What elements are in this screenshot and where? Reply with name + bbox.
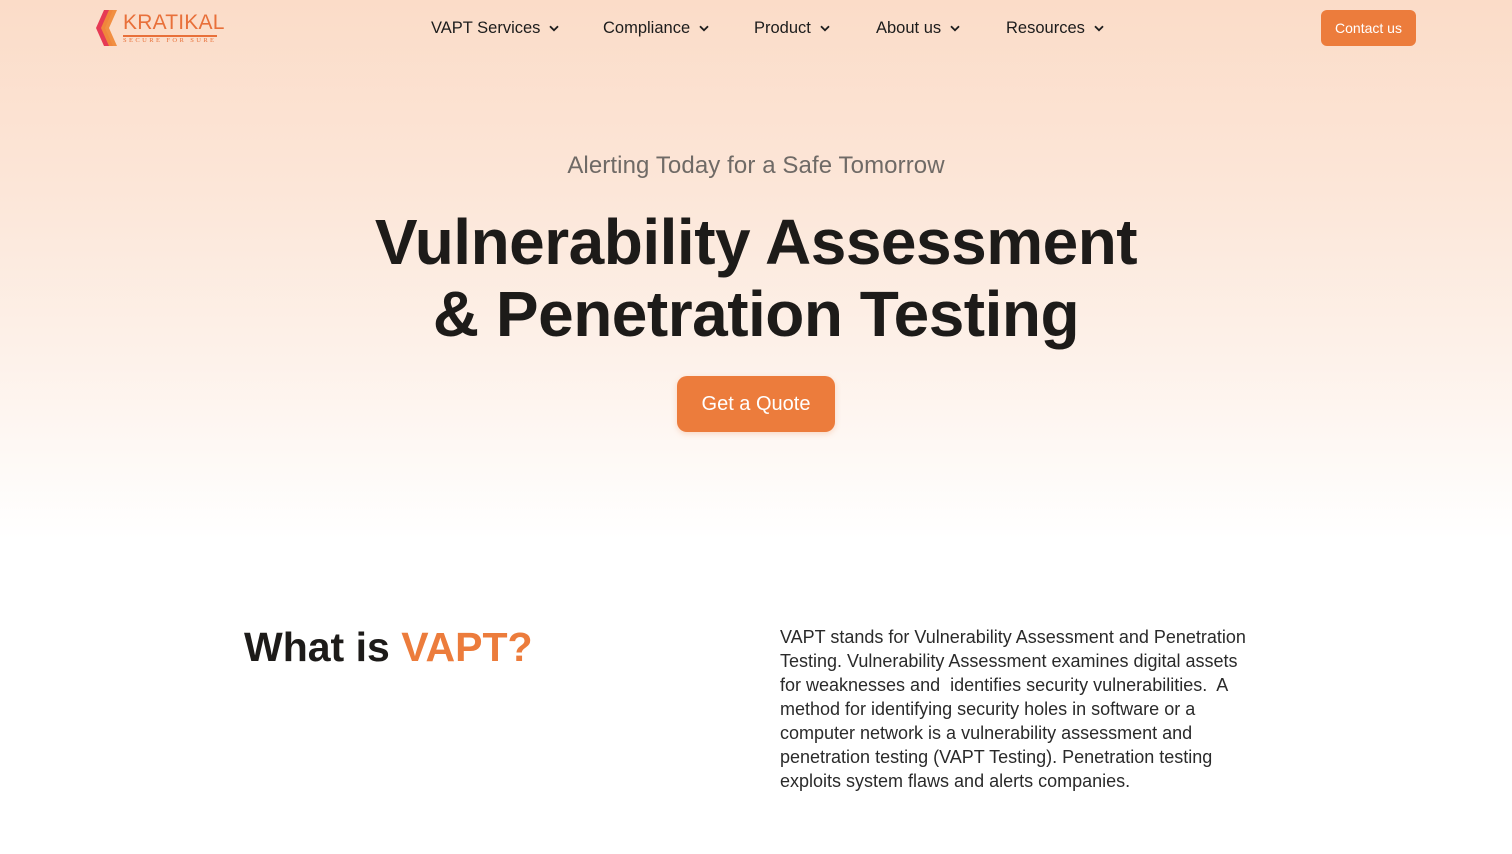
body-line: for weaknesses and identifies security v… (780, 675, 1229, 695)
section-title: What is VAPT? (244, 624, 533, 671)
nav-item-vapt-services[interactable]: VAPT Services (431, 17, 560, 39)
section-body: VAPT stands for Vulnerability Assessment… (780, 625, 1270, 793)
logo-mark-icon (96, 10, 117, 46)
brand-tagline: SECURE FOR SURE (123, 37, 217, 44)
body-line: exploits system flaws and alerts compani… (780, 771, 1131, 791)
section-title-prefix: What is (244, 624, 402, 670)
section-title-accent: VAPT? (401, 624, 533, 670)
body-line: VAPT stands for Vulnerability Assessment… (780, 627, 1246, 647)
chevron-down-icon (820, 25, 830, 31)
brand-logo[interactable]: KRATIKAL SECURE FOR SURE (95, 10, 224, 46)
nav-item-label: Product (754, 18, 811, 37)
chevron-down-icon (699, 25, 709, 31)
body-line: computer network is a vulnerability asse… (780, 723, 1193, 743)
nav-item-label: About us (876, 18, 942, 37)
chevron-down-icon (950, 25, 960, 31)
nav-item-about-us[interactable]: About us (876, 17, 960, 39)
hero-title-line-2: & Penetration Testing (432, 278, 1080, 350)
body-line: penetration testing (VAPT Testing). Pene… (780, 747, 1213, 767)
nav-item-resources[interactable]: Resources (1006, 17, 1104, 39)
nav-item-compliance[interactable]: Compliance (603, 17, 709, 39)
body-line: Testing. Vulnerability Assessment examin… (780, 651, 1238, 671)
nav-item-label: Resources (1006, 18, 1085, 37)
body-line: method for identifying security holes in… (780, 699, 1196, 719)
site-header: KRATIKAL SECURE FOR SURE VAPT Services C… (0, 0, 1512, 56)
nav-item-label: VAPT Services (431, 18, 541, 37)
hero-title: Vulnerability Assessment & Penetration T… (0, 206, 1512, 350)
contact-us-button[interactable]: Contact us (1321, 10, 1416, 46)
hero-title-line-1: Vulnerability Assessment (374, 206, 1138, 278)
nav-item-label: Compliance (603, 18, 691, 37)
chevron-down-icon (1094, 25, 1104, 31)
get-a-quote-button[interactable]: Get a Quote (677, 376, 835, 432)
hero-eyebrow: Alerting Today for a Safe Tomorrow (567, 152, 945, 179)
nav-item-product[interactable]: Product (754, 17, 830, 39)
brand-name: KRATIKAL (123, 11, 225, 34)
chevron-down-icon (549, 25, 560, 31)
